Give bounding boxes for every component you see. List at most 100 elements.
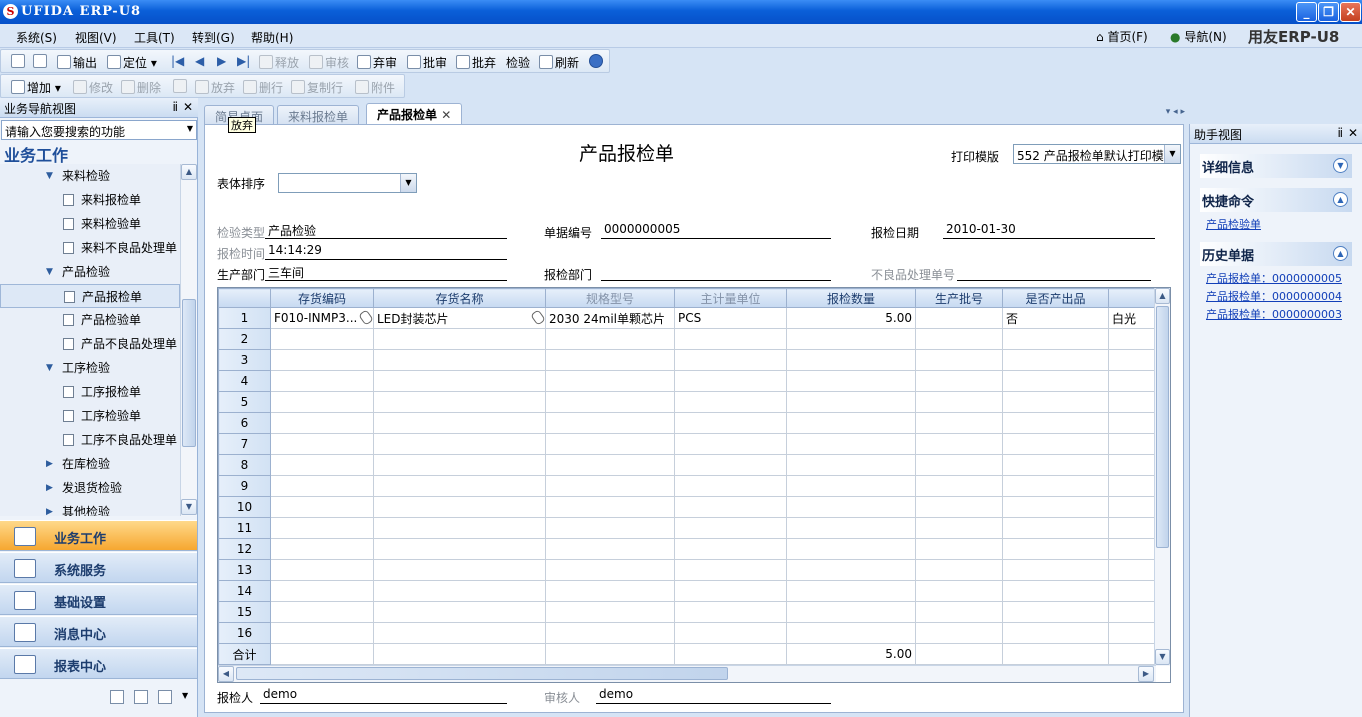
grid-cell[interactable] [1108,559,1157,581]
batch-abandon-button[interactable]: 批弃 [456,54,496,71]
print-template-select[interactable]: 552 产品报检单默认打印模 ▼ [1013,144,1181,164]
nav-module-button[interactable]: 消息中心 [0,616,197,647]
grid-cell[interactable] [674,391,787,413]
auditor-field[interactable]: demo [596,687,831,704]
grid-cell[interactable] [1002,433,1109,455]
grid-cell[interactable] [373,580,546,602]
grid-cell[interactable]: 14 [218,580,271,602]
dropdown-icon[interactable]: ▼ [187,124,193,133]
grid-cell[interactable] [915,454,1003,476]
grid-cell[interactable] [915,307,1003,329]
grid-cell[interactable] [545,622,675,644]
delete-button[interactable]: 删除 [121,79,161,96]
helper-section-header[interactable]: 历史单据 ▲ [1200,242,1352,266]
grid-cell[interactable] [915,517,1003,539]
audit-button[interactable]: 审核 [309,54,349,71]
grid-cell[interactable] [915,580,1003,602]
grid-cell[interactable] [786,370,916,392]
inspect-dept-field[interactable] [601,264,831,281]
table-row[interactable]: 1 F010-INMP3... LED封装芯片 2030 24mil单颗芯片 PCS 5.… [218,307,1157,329]
menu-system[interactable]: 系统(S) [16,29,57,46]
tab-product-inspection-request[interactable]: 产品报检单 ✕ [366,103,463,126]
table-row[interactable]: 8 [218,454,1157,476]
grid-cell[interactable] [786,391,916,413]
table-row[interactable]: 15 [218,601,1157,623]
nav-tree-item[interactable]: ▶ 在库检验 [0,452,180,476]
col-header-inventory-name[interactable]: 存货名称 [373,288,546,308]
grid-cell[interactable] [373,370,546,392]
prev-record-button[interactable]: ◀ [195,54,204,68]
nav-tree-item[interactable]: 产品检验单 [0,308,180,332]
abandon-button[interactable]: 放弃 [195,79,235,96]
grid-cell[interactable] [545,517,675,539]
grid-cell[interactable]: 2 [218,328,271,350]
grid-vertical-scrollbar[interactable]: ▲ ▼ [1154,288,1170,666]
grid-cell[interactable] [373,328,546,350]
first-record-button[interactable]: |◀ [171,54,184,68]
grid-cell[interactable] [545,475,675,497]
grid-cell[interactable] [674,433,787,455]
grid-cell[interactable] [674,496,787,518]
grid-cell[interactable] [786,559,916,581]
grid-cell[interactable] [674,622,787,644]
nav-tree-item[interactable]: 产品报检单 [0,284,180,308]
grid-cell[interactable] [373,496,546,518]
grid-cell[interactable]: 5 [218,391,271,413]
grid-cell[interactable] [1108,517,1157,539]
grid-cell[interactable] [270,538,374,560]
col-header-is-output[interactable]: 是否产出品 [1002,288,1109,308]
pin-icon[interactable]: ⅱ [173,100,179,114]
grid-cell[interactable]: 6 [218,412,271,434]
grid-cell[interactable] [1108,433,1157,455]
table-row[interactable]: 16 [218,622,1157,644]
grid-cell[interactable] [786,475,916,497]
grid-cell[interactable] [915,622,1003,644]
grid-cell[interactable] [270,349,374,371]
scroll-right-icon[interactable]: ▶ [1138,666,1154,682]
nav-tree-item[interactable]: ▼ 来料检验 [0,164,180,188]
grid-cell[interactable] [674,559,787,581]
grid-cell[interactable] [674,601,787,623]
grid-cell[interactable]: 16 [218,622,271,644]
chevron-down-icon[interactable]: ▼ [400,174,416,192]
chevron-down-icon[interactable]: ▼ [182,691,188,700]
grid-cell[interactable] [373,391,546,413]
last-record-button[interactable]: ▶| [237,54,250,68]
grid-cell[interactable] [270,391,374,413]
grid-cell[interactable] [786,538,916,560]
nav-tree-item[interactable]: ▼ 工序检验 [0,356,180,380]
grid-cell[interactable] [373,601,546,623]
grid-cell[interactable] [1108,475,1157,497]
grid-cell[interactable] [270,454,374,476]
expand-icon[interactable]: ▶ [46,476,53,500]
grid-cell[interactable] [915,328,1003,350]
print-button[interactable] [11,54,27,69]
nav-tree-item[interactable]: 工序不良品处理单 [0,428,180,452]
grid-cell[interactable] [1108,601,1157,623]
locate-button[interactable]: 定位 ▾ [107,54,157,71]
helper-link[interactable]: 产品检验单 [1206,216,1261,232]
close-button[interactable]: ✕ [1340,2,1361,22]
grid-cell[interactable] [786,454,916,476]
grid-cell[interactable] [373,412,546,434]
close-panel-icon[interactable]: ✕ [183,100,193,114]
grid-cell[interactable] [786,349,916,371]
grid-cell[interactable] [1002,370,1109,392]
nav-module-button[interactable]: 基础设置 [0,584,197,615]
grid-cell[interactable] [674,349,787,371]
grid-cell[interactable]: 5.00 [786,307,916,329]
expand-icon[interactable]: ▶ [46,452,53,476]
grid-cell[interactable] [1108,328,1157,350]
grid-cell[interactable] [1002,580,1109,602]
grid-icon[interactable] [134,690,148,704]
nav-tree-item[interactable]: 工序检验单 [0,404,180,428]
grid-cell[interactable] [1108,412,1157,434]
grid-cell[interactable] [786,433,916,455]
grid-cell[interactable] [915,601,1003,623]
grid-cell[interactable] [786,622,916,644]
grid-cell[interactable] [270,601,374,623]
grid-cell[interactable] [915,475,1003,497]
collapse-icon[interactable]: ▼ [46,260,53,284]
col-header-inventory-code[interactable]: 存货编码 [270,288,374,308]
inspect-button[interactable]: 检验 [506,54,530,71]
